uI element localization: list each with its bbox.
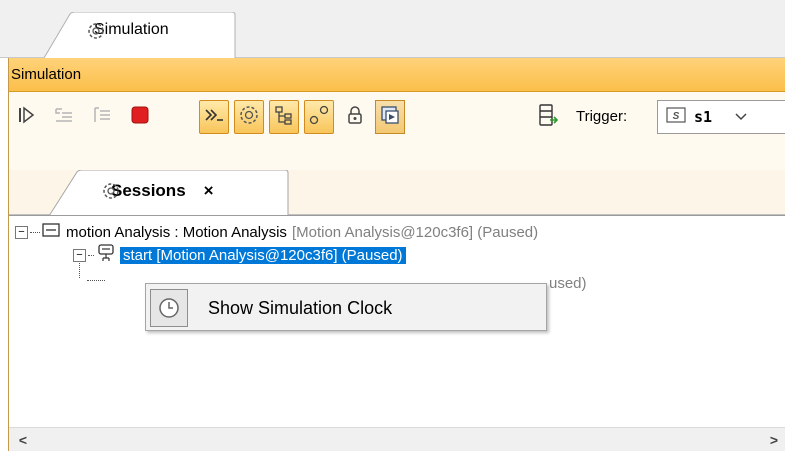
tree-root-suffix: [Motion Analysis@120c3f6] (Paused) [291, 223, 539, 241]
tree-grandchild-label: used) [549, 274, 587, 292]
terminate-icon [130, 105, 150, 130]
trigger-value: s1 [694, 108, 713, 126]
tree-root-label: motion Analysis : Motion Analysis [66, 223, 287, 241]
trigger-label: Trigger: [576, 108, 628, 125]
animation-icon [379, 104, 401, 131]
scroll-right-icon[interactable]: > [762, 428, 785, 452]
tree-connector [87, 280, 105, 281]
breakpoints-toggle[interactable] [304, 100, 334, 134]
animation-toggle[interactable] [375, 100, 405, 134]
menu-item-label: Show Simulation Clock [208, 297, 393, 318]
sessions-icon [238, 104, 260, 131]
step-over-icon [91, 105, 113, 130]
sessions-tree: − motion Analysis : Motion Analysis [Mot… [9, 215, 785, 451]
context-menu: Show Simulation Clock [145, 283, 547, 331]
toolbar: Trigger: S s1 [9, 100, 785, 140]
clock-icon [150, 289, 188, 327]
resume-button[interactable] [11, 100, 41, 134]
breakpoints-icon [308, 104, 330, 131]
lock-icon [346, 105, 364, 130]
simulation-panel: Simulation Trigger: S s1 Sessions × − mo… [8, 58, 785, 451]
close-icon[interactable]: × [204, 181, 214, 201]
svg-text:S: S [673, 111, 680, 122]
tree-row-root[interactable]: − motion Analysis : Motion Analysis [Mot… [15, 220, 538, 244]
tab-sessions[interactable]: Sessions × [49, 170, 289, 217]
tree-row-grandchild[interactable]: used) [549, 271, 587, 295]
signal-icon: S [666, 107, 686, 127]
menu-item-show-simulation-clock[interactable]: Show Simulation Clock [150, 289, 542, 327]
terminate-button[interactable] [125, 100, 155, 134]
sessions-tab-strip: Sessions × [9, 170, 785, 217]
panel-title: Simulation [9, 58, 785, 92]
tree-row-start[interactable]: − start [Motion Analysis@120c3f6] (Pause… [73, 243, 406, 267]
tab-sessions-label: Sessions [111, 181, 186, 200]
collapse-icon[interactable]: − [15, 225, 28, 239]
step-into-icon [53, 105, 75, 130]
export-trace-icon [537, 103, 559, 132]
state-icon [96, 244, 116, 266]
horizontal-scrollbar[interactable]: < > [9, 427, 785, 451]
resume-icon [16, 105, 36, 130]
console-toggle[interactable] [199, 100, 229, 134]
sessions-toggle[interactable] [234, 100, 264, 134]
console-icon [203, 105, 225, 130]
scroll-left-icon[interactable]: < [11, 428, 35, 452]
variables-toggle[interactable] [269, 100, 299, 134]
object-icon [42, 223, 60, 241]
outer-tab-strip: Simulation [0, 0, 785, 59]
tab-simulation[interactable]: Simulation [44, 12, 236, 59]
trigger-select[interactable]: S s1 [657, 100, 785, 134]
step-over-button[interactable] [87, 100, 117, 134]
export-trace-button[interactable] [533, 100, 563, 134]
step-into-button[interactable] [49, 100, 79, 134]
collapse-icon[interactable]: − [73, 248, 86, 262]
variables-icon [273, 104, 295, 131]
panel-body: Trigger: S s1 Sessions × − motion Analys… [9, 92, 785, 451]
chevron-down-icon [734, 108, 748, 126]
tree-start-label: start [Motion Analysis@120c3f6] (Paused) [120, 246, 406, 264]
lock-button[interactable] [340, 100, 370, 134]
